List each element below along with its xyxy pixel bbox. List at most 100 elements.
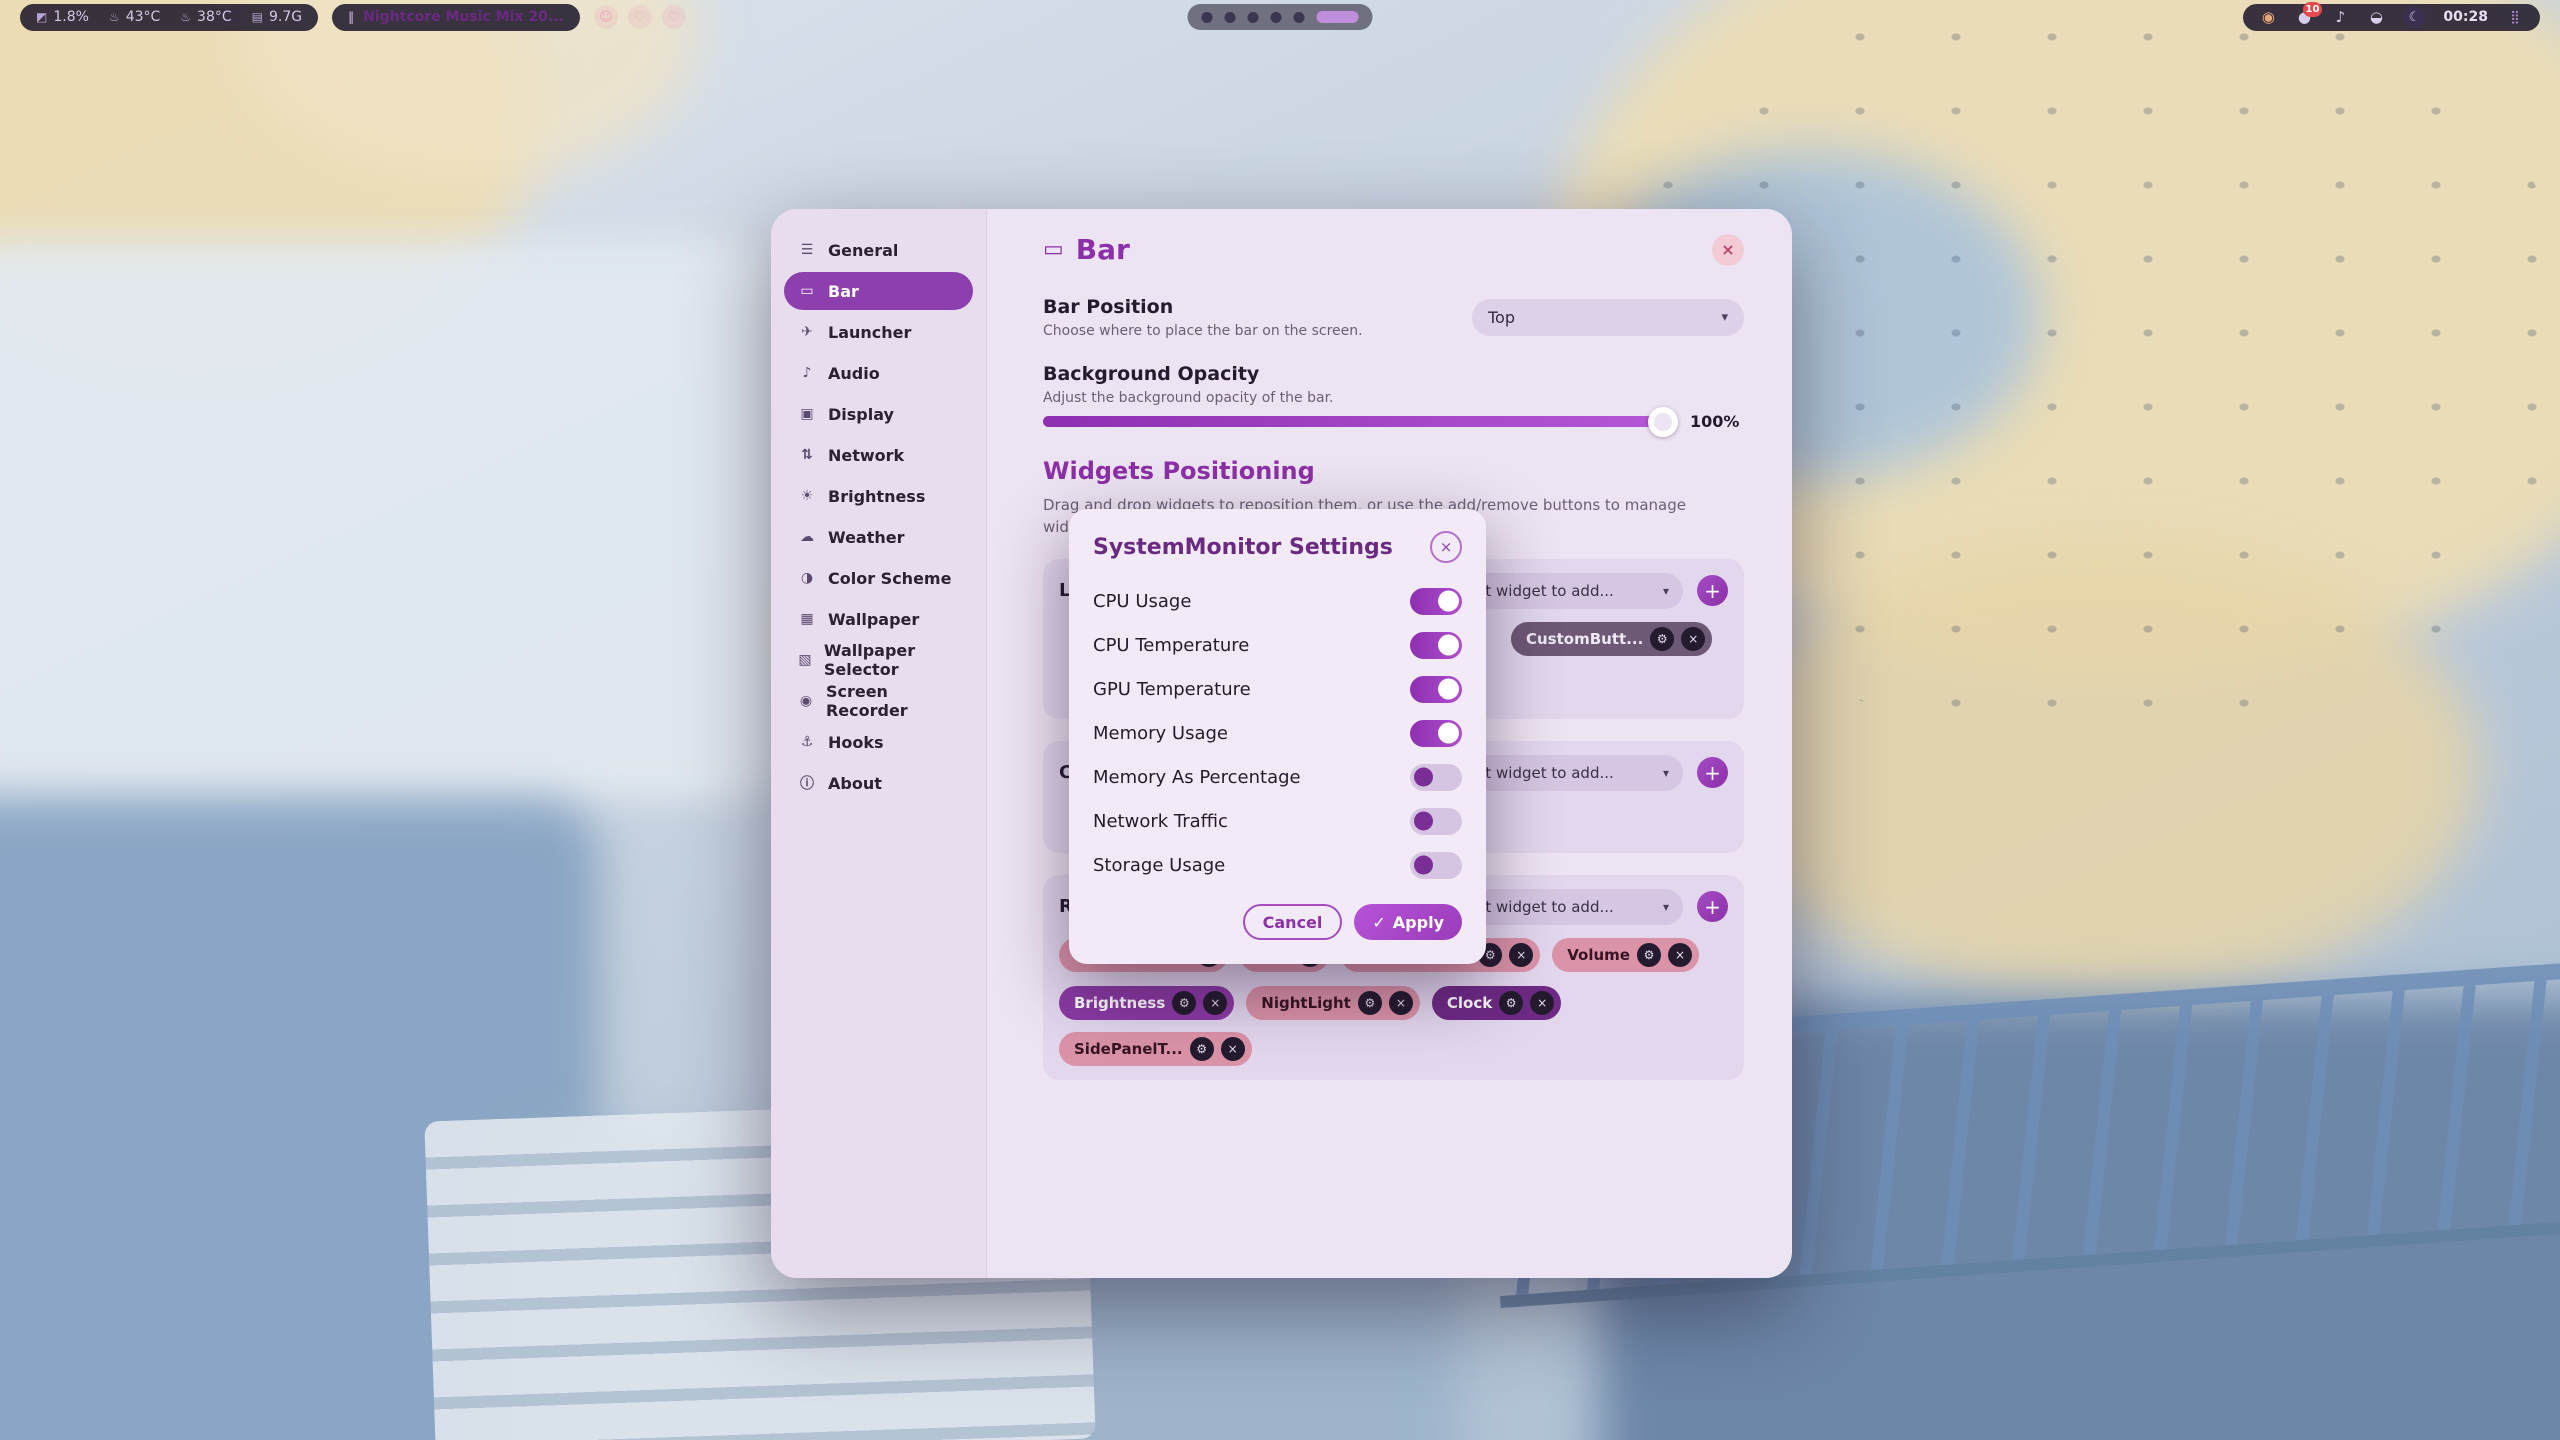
bar-position-select[interactable]: Top ▾ <box>1472 299 1744 336</box>
clock[interactable]: 00:28 <box>2443 9 2488 25</box>
sidebar-item-label: Audio <box>828 364 880 383</box>
sidebar-item-icon: ♪ <box>797 365 817 381</box>
notifications-icon[interactable]: ● 10 <box>2295 8 2313 26</box>
sidebar-item-wallpaper[interactable]: ▦ Wallpaper <box>784 600 973 638</box>
toggle-knob <box>1438 723 1459 744</box>
widget-remove-icon[interactable]: × <box>1509 943 1533 967</box>
slider-knob[interactable] <box>1648 407 1678 437</box>
workspace-active[interactable] <box>1317 11 1359 23</box>
toggle-switch[interactable] <box>1410 676 1462 703</box>
widget-chip[interactable]: Brightness ⚙ × <box>1059 986 1234 1020</box>
widget-remove-icon[interactable]: × <box>1221 1037 1245 1061</box>
close-window-button[interactable]: × <box>1712 234 1744 266</box>
toggle-knob <box>1438 591 1459 612</box>
sidebar-item-icon: ▣ <box>797 406 817 422</box>
toggle-switch[interactable] <box>1410 720 1462 747</box>
pause-icon[interactable]: ‖ <box>348 10 354 24</box>
widget-remove-icon[interactable]: × <box>1203 991 1227 1015</box>
chevron-down-icon: ▾ <box>1663 584 1669 598</box>
widget-gear-icon[interactable]: ⚙ <box>1650 627 1674 651</box>
cancel-button[interactable]: Cancel <box>1243 904 1343 940</box>
add-widget-button[interactable]: + <box>1697 757 1728 788</box>
toggle-switch[interactable] <box>1410 808 1462 835</box>
widget-remove-icon[interactable]: × <box>1668 943 1692 967</box>
toggle-label: Memory Usage <box>1093 723 1228 744</box>
bar-position-label: Bar Position <box>1043 296 1363 318</box>
apps-grid-icon[interactable]: ⣿ <box>2506 10 2524 25</box>
widget-remove-icon[interactable]: × <box>1681 627 1705 651</box>
widget-remove-icon[interactable]: × <box>1530 991 1554 1015</box>
topbar-right-icons: ◉ ● 10 ♪ ◒ ☾ <box>2259 6 2425 28</box>
notification-badge: 10 <box>2303 2 2323 17</box>
dialog-toggle-list: CPU Usage CPU Temperature GPU Temperatur… <box>1093 579 1462 887</box>
widget-gear-icon[interactable]: ⚙ <box>1358 991 1382 1015</box>
widget-chip[interactable]: SidePanelT... ⚙ × <box>1059 1032 1252 1066</box>
sidebar-item-label: Wallpaper <box>828 610 919 629</box>
gpu-temp-stat: ♨ 38°C <box>180 9 231 25</box>
heart-icon[interactable]: ♡ <box>662 5 686 29</box>
workspace-dot[interactable] <box>1248 12 1259 23</box>
volume-icon[interactable]: ♪ <box>2331 8 2349 26</box>
toggle-knob <box>1438 679 1459 700</box>
media-player-pill[interactable]: ‖ Nightcore Music Mix 20... <box>332 4 580 31</box>
topbar-right-cluster: ◉ ● 10 ♪ ◒ ☾ 00:28 ⣿ <box>2243 4 2540 31</box>
sidebar-item-bar[interactable]: ▭ Bar <box>784 272 973 310</box>
toggle-row: Memory Usage <box>1093 711 1462 755</box>
widget-chip[interactable]: Volume ⚙ × <box>1552 938 1699 972</box>
toggle-switch[interactable] <box>1410 764 1462 791</box>
sidebar-item-label: Weather <box>828 528 905 547</box>
add-widget-button[interactable]: + <box>1697 575 1728 606</box>
sidebar-item-about[interactable]: ⓘ About <box>784 764 973 802</box>
widget-gear-icon[interactable]: ⚙ <box>1499 991 1523 1015</box>
widget-gear-icon[interactable]: ⚙ <box>1190 1037 1214 1061</box>
widget-chip[interactable]: Clock ⚙ × <box>1432 986 1561 1020</box>
sidebar-item-hooks[interactable]: ⚓ Hooks <box>784 723 973 761</box>
workspace-dot[interactable] <box>1271 12 1282 23</box>
page-title: Bar <box>1076 233 1130 266</box>
toggle-label: Storage Usage <box>1093 855 1225 876</box>
microphone-icon[interactable]: ◒ <box>2367 8 2385 26</box>
workspace-dot[interactable] <box>1202 12 1213 23</box>
toggle-row: CPU Usage <box>1093 579 1462 623</box>
sidebar-item-general[interactable]: ☰ General <box>784 231 973 269</box>
cpu-usage-stat: ◩ 1.8% <box>36 9 89 25</box>
system-stats: ◩ 1.8% ♨ 43°C ♨ 38°C ▤ 9.7G <box>20 4 318 31</box>
sidebar-item-label: General <box>828 241 898 260</box>
add-widget-button[interactable]: + <box>1697 891 1728 922</box>
apply-button[interactable]: ✓ Apply <box>1354 904 1462 940</box>
quick-icons: ☺ ♡ ♡ <box>594 5 686 29</box>
sidebar-item-label: Display <box>828 405 894 424</box>
sidebar-item-audio[interactable]: ♪ Audio <box>784 354 973 392</box>
sidebar-item-label: Screen Recorder <box>826 682 960 720</box>
widget-gear-icon[interactable]: ⚙ <box>1172 991 1196 1015</box>
stat-icon: ♨ <box>109 10 120 24</box>
toggle-switch[interactable] <box>1410 852 1462 879</box>
widget-chip[interactable]: CustomButt... ⚙ × <box>1511 622 1712 656</box>
sidebar-item-display[interactable]: ▣ Display <box>784 395 973 433</box>
nightlight-icon[interactable]: ☾ <box>2403 6 2425 28</box>
widget-remove-icon[interactable]: × <box>1389 991 1413 1015</box>
sidebar-item-wallpaper-selector[interactable]: ▧ Wallpaper Selector <box>784 641 973 679</box>
close-dialog-button[interactable]: × <box>1430 531 1462 563</box>
toggle-switch[interactable] <box>1410 588 1462 615</box>
heart-icon[interactable]: ♡ <box>628 5 652 29</box>
toggle-switch[interactable] <box>1410 632 1462 659</box>
sidebar-item-color-scheme[interactable]: ◑ Color Scheme <box>784 559 973 597</box>
sidebar-item-launcher[interactable]: ✈ Launcher <box>784 313 973 351</box>
sidebar-item-label: Brightness <box>828 487 925 506</box>
sidebar-item-screen-recorder[interactable]: ◉ Screen Recorder <box>784 682 973 720</box>
screencast-icon[interactable]: ◉ <box>2259 8 2277 26</box>
widgets-positioning-title: Widgets Positioning <box>1043 457 1744 485</box>
stat-value: 1.8% <box>53 9 89 25</box>
widget-chip[interactable]: NightLight ⚙ × <box>1246 986 1420 1020</box>
widget-gear-icon[interactable]: ⚙ <box>1637 943 1661 967</box>
sidebar-item-weather[interactable]: ☁ Weather <box>784 518 973 556</box>
emote-icon[interactable]: ☺ <box>594 5 618 29</box>
slider-track[interactable] <box>1043 416 1674 427</box>
sidebar-item-icon: ◉ <box>797 693 815 709</box>
workspace-dot[interactable] <box>1294 12 1305 23</box>
sidebar-item-brightness[interactable]: ☀ Brightness <box>784 477 973 515</box>
widget-chip-label: CustomButt... <box>1526 630 1643 648</box>
workspace-dot[interactable] <box>1225 12 1236 23</box>
sidebar-item-network[interactable]: ⇅ Network <box>784 436 973 474</box>
